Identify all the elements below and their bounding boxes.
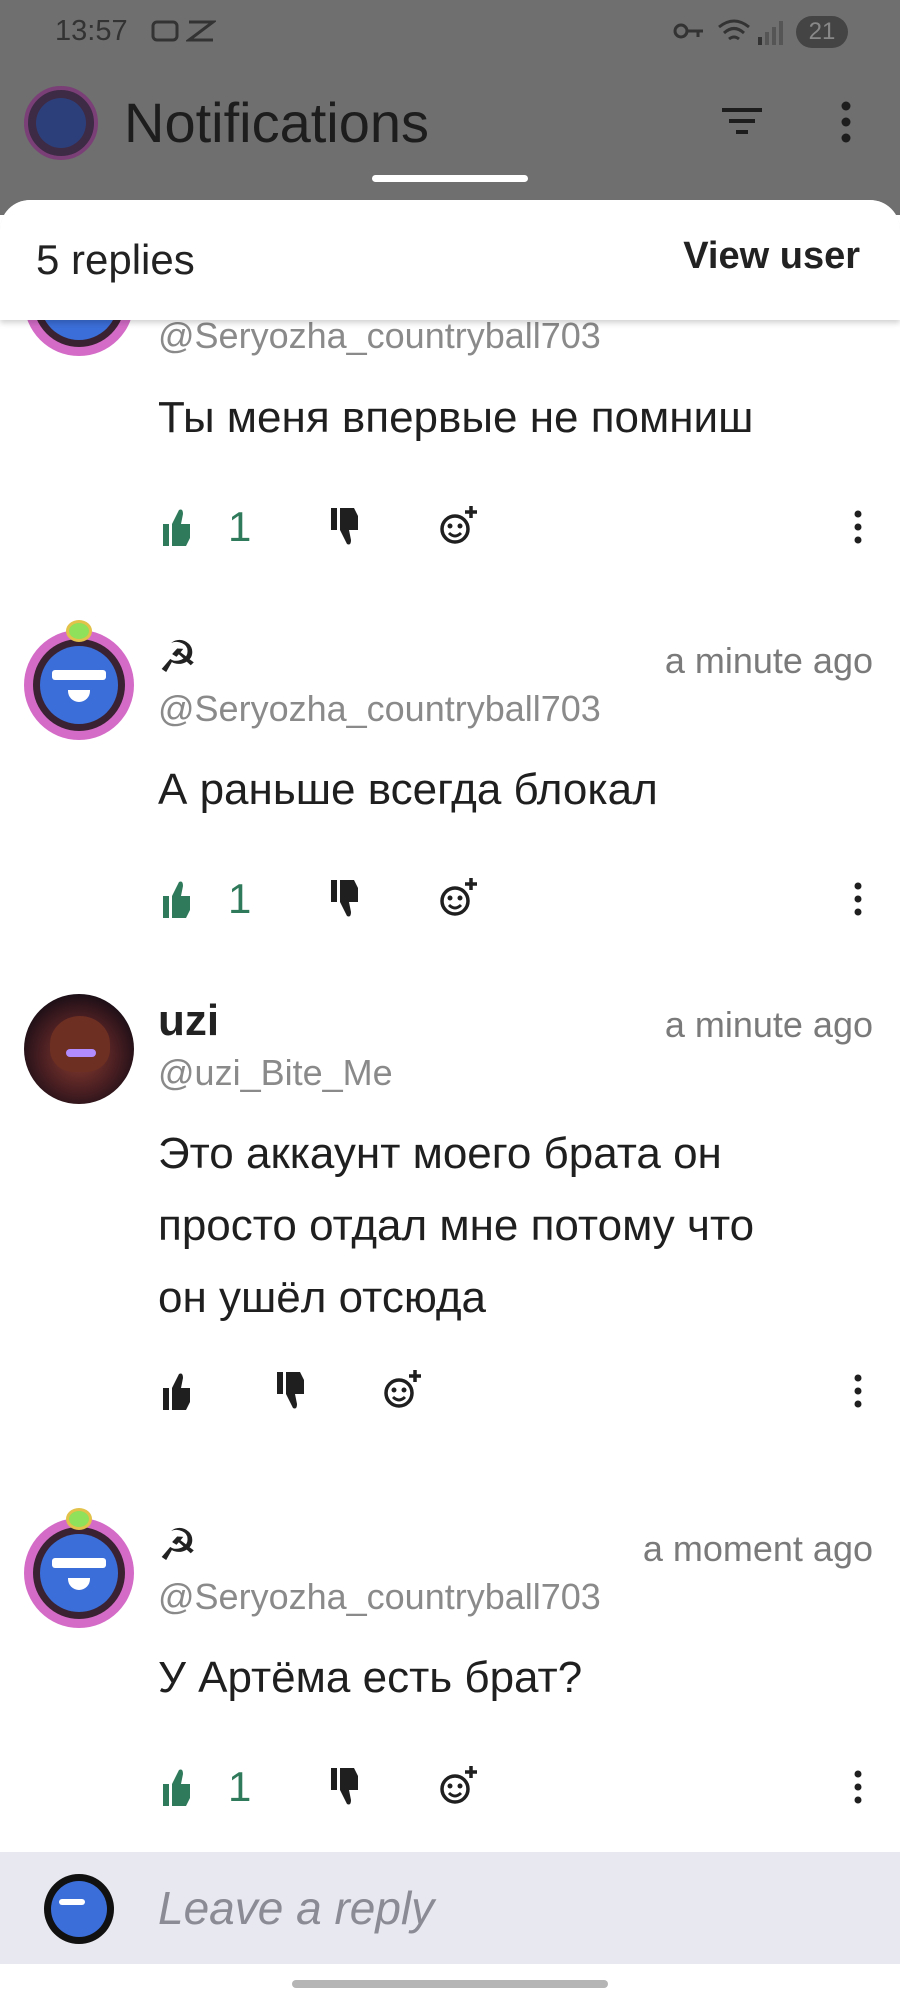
comment-line: просто отдал мне потому что (158, 1201, 755, 1250)
comment-actions: 1 (0, 502, 900, 552)
status-time: 13:57 (55, 15, 128, 47)
timestamp: a minute ago (664, 1004, 873, 1045)
battery-indicator: 21 (796, 16, 848, 48)
user-handle[interactable]: @Seryozha_countryball703 (158, 315, 601, 357)
thumbs-down-icon[interactable] (328, 874, 360, 924)
thumbs-down-icon[interactable] (328, 1762, 360, 1812)
add-reaction-icon[interactable] (382, 1366, 422, 1416)
thumbs-up-icon[interactable] (160, 1762, 192, 1812)
comment-line: Ты меня впервые не помниш (158, 393, 754, 442)
thumbs-up-icon[interactable] (160, 502, 192, 552)
display-name[interactable]: ☭ (158, 1520, 197, 1571)
status-bar: 13:57 21 (0, 0, 900, 64)
background-app-header: 13:57 21 Notifications (0, 0, 900, 215)
comment-line: А раньше всегда блокал (158, 765, 658, 814)
thumbs-up-icon[interactable] (160, 874, 192, 924)
reply-composer (0, 1852, 900, 1964)
comment-text: А раньше всегда блокал (158, 754, 858, 826)
avatar[interactable] (24, 994, 134, 1104)
user-handle[interactable]: @Seryozha_countryball703 (158, 688, 601, 730)
user-handle[interactable]: @Seryozha_countryball703 (158, 1576, 601, 1618)
page-title: Notifications (124, 91, 430, 154)
profile-avatar[interactable] (24, 86, 98, 160)
my-avatar (44, 1874, 114, 1944)
comment-text: У Артёма есть брат? (158, 1642, 858, 1714)
wifi-icon (718, 19, 750, 41)
replies-count: 5 replies (36, 236, 195, 283)
user-handle[interactable]: @uzi_Bite_Me (158, 1052, 393, 1094)
comment-actions: 1 (0, 874, 900, 924)
key-icon (673, 23, 703, 39)
timestamp: a minute ago (664, 640, 873, 681)
thumbs-down-icon[interactable] (328, 502, 360, 552)
kebab-icon[interactable] (838, 100, 854, 144)
home-indicator[interactable] (292, 1980, 608, 1988)
thumbs-down-icon[interactable] (274, 1366, 306, 1416)
comment-text: Это аккаунт моего брата он просто отдал … (158, 1118, 858, 1334)
like-count: 1 (228, 503, 252, 550)
reply-input[interactable] (158, 1878, 858, 1938)
comment-line: У Артёма есть брат? (158, 1653, 583, 1702)
more-icon[interactable] (852, 874, 864, 924)
comment-actions: 1 (0, 1762, 900, 1812)
like-count: 1 (228, 875, 252, 922)
like-count: 1 (228, 1763, 252, 1810)
comment-line: Это аккаунт моего брата он (158, 1129, 722, 1178)
more-icon[interactable] (852, 1762, 864, 1812)
signal-icon (758, 21, 783, 45)
view-user-button[interactable]: View user (683, 235, 860, 278)
display-name[interactable]: uzi (158, 996, 219, 1046)
comment-line: он ушёл отсюда (158, 1273, 487, 1322)
more-icon[interactable] (852, 502, 864, 552)
timestamp: a moment ago (642, 1528, 873, 1569)
avatar[interactable] (24, 620, 134, 740)
capcut-icon (186, 20, 216, 42)
display-name[interactable]: ☭ (158, 632, 197, 683)
comment-text: Ты меня впервые не помниш (158, 382, 858, 454)
sheet-drag-handle[interactable] (372, 175, 528, 182)
sheet-header: 5 replies View user (0, 200, 900, 320)
thumbs-up-icon[interactable] (160, 1366, 192, 1416)
add-reaction-icon[interactable] (438, 1762, 478, 1812)
add-reaction-icon[interactable] (438, 502, 478, 552)
app-bar: Notifications (0, 80, 900, 170)
avatar[interactable] (24, 1508, 134, 1628)
replies-sheet: 5 replies View user @Seryozha_countrybal… (0, 200, 900, 2000)
add-reaction-icon[interactable] (438, 874, 478, 924)
filter-icon[interactable] (720, 104, 764, 140)
more-icon[interactable] (852, 1366, 864, 1416)
screenshot-icon (151, 20, 179, 42)
comment-actions (0, 1366, 900, 1416)
